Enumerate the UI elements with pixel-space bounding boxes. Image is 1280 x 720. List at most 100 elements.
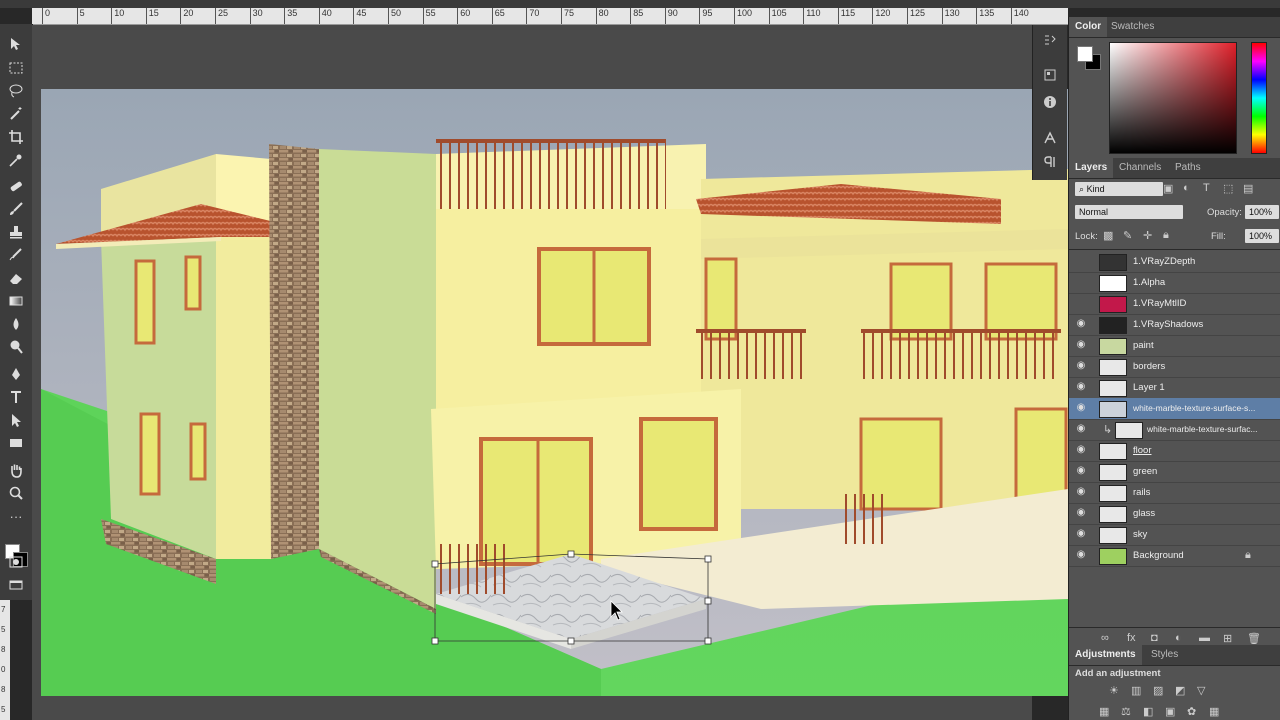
tab-swatches[interactable]: Swatches — [1105, 17, 1160, 37]
panel-foreground-color[interactable] — [1077, 46, 1093, 62]
shape-filter-icon[interactable]: ⬚ — [1223, 182, 1233, 195]
document-canvas[interactable] — [41, 89, 1068, 696]
new-layer-icon[interactable]: ⊞ — [1223, 632, 1232, 645]
magic-wand-tool-icon[interactable] — [5, 104, 27, 124]
dodge-tool-icon[interactable] — [5, 337, 27, 357]
color-balance-icon[interactable]: ⚖ — [1121, 705, 1131, 718]
move-tool-icon[interactable] — [5, 34, 27, 54]
trash-icon[interactable]: 🗑︎ — [1247, 632, 1261, 645]
eye-icon[interactable]: ◉ — [1075, 402, 1087, 414]
layer-row[interactable]: ◉ floor — [1069, 440, 1280, 462]
tab-color[interactable]: Color — [1069, 17, 1108, 37]
healing-brush-tool-icon[interactable] — [5, 176, 27, 196]
lock-position-icon[interactable]: ✛ — [1143, 229, 1152, 242]
layer-row-selected[interactable]: ◉ white-marble-texture-surface-s... — [1069, 398, 1280, 420]
pen-tool-icon[interactable] — [5, 364, 27, 384]
tab-channels[interactable]: Channels — [1113, 158, 1167, 178]
layer-row[interactable]: ◉ Background 🔒︎ — [1069, 545, 1280, 567]
properties-panel-icon[interactable] — [1039, 65, 1061, 85]
color-lookup-icon[interactable]: ▦ — [1209, 705, 1219, 718]
more-tools-icon[interactable]: ··· — [5, 506, 27, 526]
horizontal-ruler[interactable]: 0 5 10 15 20 25 30 35 40 45 50 55 60 65 70 75 80 85 90 95 10… — [32, 8, 1068, 25]
new-group-icon[interactable]: ▬ — [1199, 632, 1210, 644]
layer-row[interactable]: 1.VRayMtlID — [1069, 293, 1280, 315]
layer-row[interactable]: ◉ borders — [1069, 356, 1280, 378]
eye-icon[interactable]: ◉ — [1075, 339, 1087, 351]
add-mask-icon[interactable]: ◘ — [1151, 632, 1158, 644]
visibility-toggle[interactable] — [1075, 297, 1087, 309]
channel-mixer-icon[interactable]: ✿ — [1187, 705, 1196, 718]
brightness-icon[interactable]: ☀ — [1109, 684, 1119, 697]
black-white-icon[interactable]: ◧ — [1143, 705, 1153, 718]
lock-pixels-icon[interactable]: ✎ — [1123, 229, 1132, 242]
blend-mode-dropdown[interactable]: Normal — [1075, 205, 1183, 219]
layer-row[interactable]: ◉ sky — [1069, 524, 1280, 546]
visibility-toggle[interactable] — [1075, 255, 1087, 267]
character-panel-icon[interactable] — [1039, 128, 1061, 148]
eye-icon[interactable]: ◉ — [1075, 528, 1087, 540]
hue-slider[interactable] — [1251, 42, 1267, 154]
layer-row[interactable]: 1.VRayZDepth — [1069, 251, 1280, 273]
rectangle-tool-icon[interactable] — [5, 433, 27, 453]
type-tool-icon[interactable] — [5, 387, 27, 407]
exposure-icon[interactable]: ◩ — [1175, 684, 1185, 697]
zoom-tool-icon[interactable] — [5, 483, 27, 503]
history-brush-tool-icon[interactable] — [5, 245, 27, 265]
tab-paths[interactable]: Paths — [1169, 158, 1207, 178]
eye-icon[interactable]: ◉ — [1075, 444, 1087, 456]
layer-row[interactable]: ◉ ↳ white-marble-texture-surfac... — [1069, 419, 1280, 441]
lock-all-icon[interactable]: 🔒︎ — [1163, 229, 1169, 242]
layer-row[interactable]: 1.Alpha — [1069, 272, 1280, 294]
pixel-filter-icon[interactable]: ▣ — [1163, 182, 1173, 195]
gradient-tool-icon[interactable] — [5, 291, 27, 311]
fill-input[interactable]: 100% — [1245, 229, 1279, 243]
layer-row[interactable]: ◉ Layer 1 — [1069, 377, 1280, 399]
link-layers-icon[interactable]: ∞ — [1101, 632, 1109, 644]
clone-stamp-tool-icon[interactable] — [5, 222, 27, 242]
levels-icon[interactable]: ▥ — [1131, 684, 1141, 697]
tab-adjustments[interactable]: Adjustments — [1069, 645, 1142, 665]
quick-mask-icon[interactable] — [5, 552, 27, 572]
eye-icon[interactable]: ◉ — [1075, 381, 1087, 393]
eraser-tool-icon[interactable] — [5, 268, 27, 288]
hand-tool-icon[interactable] — [5, 460, 27, 480]
marquee-tool-icon[interactable] — [5, 58, 27, 78]
filter-kind-dropdown[interactable]: ⌕ Kind — [1075, 182, 1163, 196]
hue-saturation-icon[interactable]: ▦ — [1099, 705, 1109, 718]
eye-icon[interactable]: ◉ — [1075, 465, 1087, 477]
layer-row[interactable]: ◉ 1.VRayShadows — [1069, 314, 1280, 336]
layer-row[interactable]: ◉ glass — [1069, 503, 1280, 525]
type-filter-icon[interactable]: T — [1203, 182, 1210, 194]
eye-icon[interactable]: ◉ — [1075, 360, 1087, 372]
photo-filter-icon[interactable]: ▣ — [1165, 705, 1175, 718]
lock-transparent-icon[interactable]: ▩ — [1103, 229, 1113, 242]
screen-mode-icon[interactable] — [5, 575, 27, 595]
eye-icon[interactable]: ◉ — [1075, 318, 1087, 330]
layer-row[interactable]: ◉ green — [1069, 461, 1280, 483]
lasso-tool-icon[interactable] — [5, 81, 27, 101]
smart-object-filter-icon[interactable]: ▤ — [1243, 182, 1253, 195]
paragraph-panel-icon[interactable] — [1039, 152, 1061, 172]
fx-icon[interactable]: fx — [1127, 632, 1136, 644]
eye-icon[interactable]: ◉ — [1075, 507, 1087, 519]
info-panel-icon[interactable] — [1039, 92, 1061, 112]
layer-row[interactable]: ◉ paint — [1069, 335, 1280, 357]
path-selection-tool-icon[interactable] — [5, 410, 27, 430]
eyedropper-tool-icon[interactable] — [5, 150, 27, 170]
blur-tool-icon[interactable] — [5, 314, 27, 334]
eye-icon[interactable]: ◉ — [1075, 423, 1087, 435]
opacity-input[interactable]: 100% — [1245, 205, 1279, 219]
visibility-toggle[interactable] — [1075, 276, 1087, 288]
crop-tool-icon[interactable] — [5, 127, 27, 147]
history-panel-icon[interactable] — [1039, 31, 1061, 51]
tab-styles[interactable]: Styles — [1145, 645, 1184, 665]
curves-icon[interactable]: ▨ — [1153, 684, 1163, 697]
new-adjustment-icon[interactable]: ◐ — [1175, 632, 1182, 644]
vertical-ruler[interactable]: 7 5 8 0 8 5 — [0, 600, 10, 720]
vibrance-icon[interactable]: ▽ — [1197, 684, 1205, 697]
eye-icon[interactable]: ◉ — [1075, 549, 1087, 561]
adjustment-filter-icon[interactable]: ◐ — [1183, 182, 1190, 194]
brush-tool-icon[interactable] — [5, 199, 27, 219]
tab-layers[interactable]: Layers — [1069, 158, 1114, 178]
eye-icon[interactable]: ◉ — [1075, 486, 1087, 498]
